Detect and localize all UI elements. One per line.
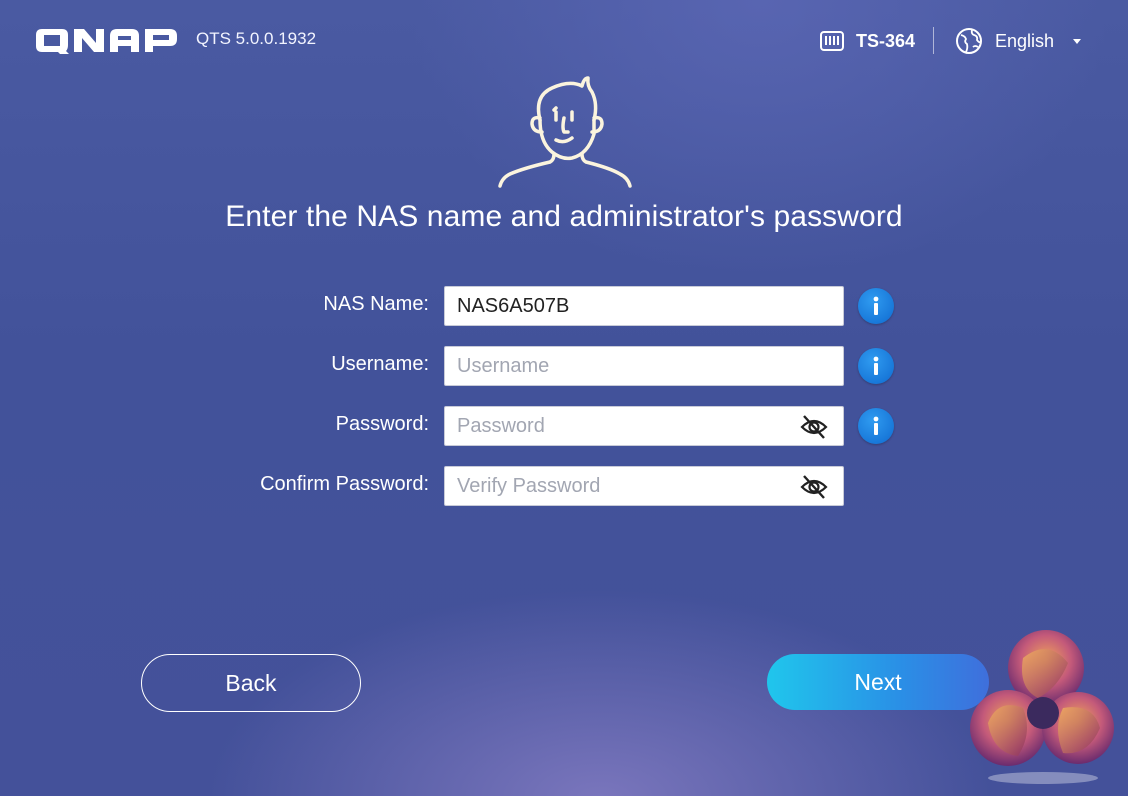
confirm-password-input[interactable] — [445, 467, 787, 505]
password-input[interactable] — [445, 407, 787, 445]
nas-device-icon — [820, 31, 844, 51]
nas-name-label: NAS Name: — [323, 293, 429, 315]
qnap-logo — [36, 29, 177, 54]
password-info-icon[interactable] — [858, 408, 894, 444]
back-button[interactable]: Back — [141, 654, 361, 712]
username-label: Username: — [331, 353, 429, 375]
eye-slash-icon[interactable] — [799, 414, 829, 440]
header-divider — [933, 27, 934, 54]
nas-name-field-container — [444, 286, 844, 326]
confirm-password-field-container — [444, 466, 844, 506]
firmware-version: QTS 5.0.0.1932 — [196, 29, 317, 48]
password-label: Password: — [335, 413, 429, 435]
confirm-password-label: Confirm Password: — [260, 473, 429, 495]
nas-name-input[interactable] — [445, 287, 787, 325]
username-field-container — [444, 346, 844, 386]
username-info-icon[interactable] — [858, 348, 894, 384]
next-button[interactable]: Next — [767, 654, 989, 710]
page-title: Enter the NAS name and administrator's p… — [225, 200, 903, 233]
language-label: English — [995, 31, 1055, 51]
eye-slash-icon[interactable] — [799, 474, 829, 500]
administrator-avatar-icon — [498, 76, 632, 188]
globe-icon — [956, 28, 982, 54]
chevron-down-icon — [1073, 39, 1081, 44]
password-field-container — [444, 406, 844, 446]
nas-name-info-icon[interactable] — [858, 288, 894, 324]
username-input[interactable] — [445, 347, 787, 385]
watermark-logo-icon — [970, 630, 1114, 784]
nas-model-label: TS-364 — [856, 31, 916, 51]
